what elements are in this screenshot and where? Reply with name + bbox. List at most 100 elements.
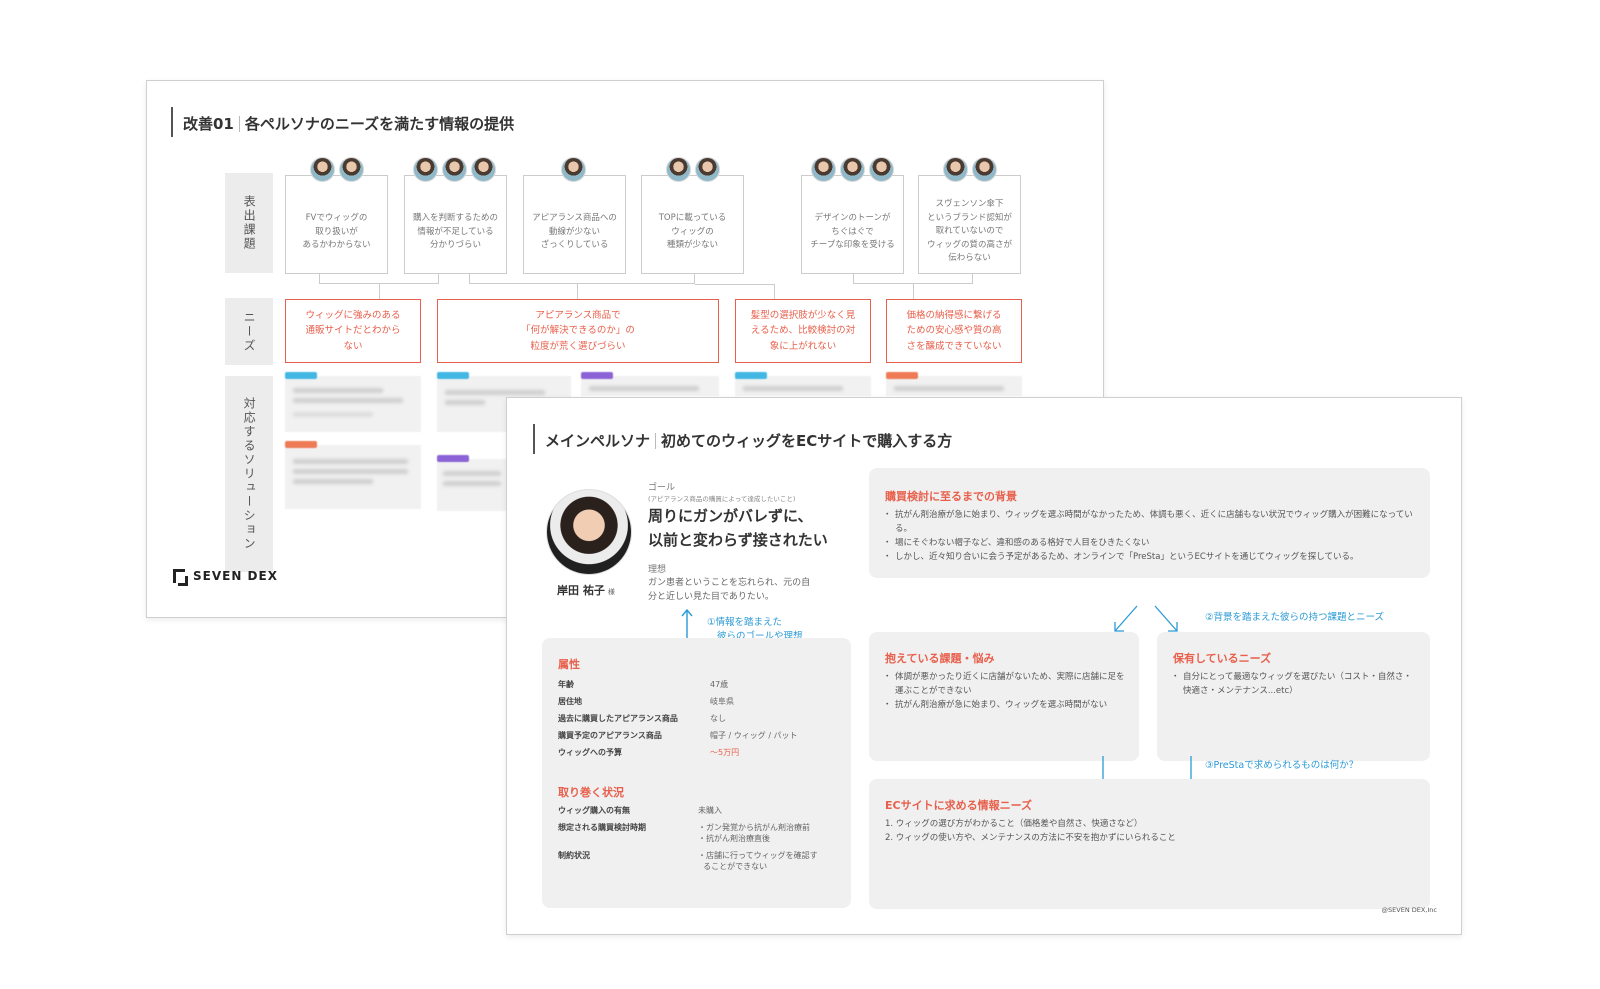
avatar — [869, 157, 894, 182]
table-row: 制約状況 ・店舗に行ってウィッグを確認す ることができない — [558, 851, 818, 871]
table-row: ウィッグ購入の有無 未購入 — [558, 806, 722, 815]
avatar — [811, 157, 836, 182]
need-card-4: 価格の納得感に繋げる ための安心感や質の高 さを醸成できていない — [886, 299, 1022, 363]
problems-heading: 抱えている課題・悩み — [885, 652, 995, 665]
table-row: 想定される購買検討時期 ・ガン発覚から抗がん剤治療前 ・抗がん剤治療直後 — [558, 823, 810, 843]
solution-card-blurred — [285, 372, 421, 432]
list-item: しかし、近々知り合いに会う予定があるため、オンラインで「PreSta」というEC… — [883, 550, 1415, 564]
table-row: 年齢 47歳 — [558, 680, 729, 689]
slide1-title-prefix: 改善01 — [183, 115, 234, 133]
issue-card-4: TOPに載っている ウィッグの 種類が少ない — [641, 175, 744, 274]
background-panel: 購買検討に至るまでの背景 抗がん剤治療が急に始まり、ウィッグを選ぶ時間がなかった… — [869, 468, 1430, 578]
connector — [577, 284, 578, 299]
arrows-diagonal-icon — [1114, 605, 1178, 632]
solution-card-blurred — [285, 441, 421, 509]
issue-card-2: 購入を判断するための 情報が不足している 分かりづらい — [404, 175, 507, 274]
avatar — [471, 157, 496, 182]
avatar — [339, 157, 364, 182]
slide2-title-prefix: メインペルソナ — [545, 432, 651, 450]
need-card-3: 髪型の選択肢が少なく見 えるため、比較検討の対 象に上がれない — [735, 299, 871, 363]
table-row: 購買予定のアピアランス商品 帽子 / ウィッグ / パット — [558, 731, 798, 740]
problems-panel: 抱えている課題・悩み 体調が悪かったり近くに店舗がないため、実際に店舗に足を運ぶ… — [869, 632, 1139, 761]
list-item: 抗がん剤治療が急に始まり、ウィッグを選ぶ時間がなかったため、体調も悪く、近くに店… — [883, 508, 1415, 536]
persona-honorific: 様 — [607, 588, 615, 596]
slide-main-persona: メインペルソナ 初めてのウィッグをECサイトで購入する方 岸田 祐子様 ゴール (… — [506, 397, 1462, 935]
avatar-group-1 — [310, 157, 364, 182]
connector — [853, 274, 973, 284]
ideal-label: 理想 — [648, 565, 667, 575]
ec-needs-panel: ECサイトに求める情報ニーズ 1. ウィッグの選び方がわかること（価格差や自然さ… — [869, 779, 1430, 909]
situation-heading: 取り巻く状況 — [558, 786, 624, 799]
slide1-title-text: 各ペルソナのニーズを満たす情報の提供 — [244, 115, 515, 133]
row-label-issues: 表出課題 — [225, 173, 273, 273]
problems-list: 体調が悪かったり近くに店舗がないため、実際に店舗に足を運ぶことができない 抗がん… — [883, 670, 1129, 712]
slide1-title: 改善01 各ペルソナのニーズを満たす情報の提供 — [183, 113, 514, 134]
need-card-2: アピアランス商品で 「何が解決できるのか」の 粒度が荒く選びづらい — [437, 299, 719, 363]
table-row: 過去に購買したアピアランス商品 なし — [558, 714, 726, 723]
table-row: ウィッグへの予算 〜5万円 — [558, 748, 740, 757]
annotation-2: ②背景を踏まえた彼らの持つ課題とニーズ — [1205, 612, 1385, 623]
avatar-group-2 — [413, 157, 496, 182]
list-item: 抗がん剤治療が急に始まり、ウィッグを選ぶ時間がない — [883, 698, 1129, 712]
goal-label: ゴール — [648, 483, 676, 493]
solution-card-blurred — [735, 372, 871, 396]
goal-statement: 周りにガンがバレずに、 以前と変わらず接されたい — [648, 507, 828, 549]
persona-attributes-panel: 属性 年齢 47歳 居住地 岐阜県 過去に購買したアピアランス商品 なし 購買予定のア… — [542, 638, 851, 908]
title-divider — [238, 116, 240, 132]
ec-needs-heading: ECサイトに求める情報ニーズ — [885, 799, 1033, 812]
list-item: 場にそぐわない帽子など、違和感のある格好で人目をひきたくない — [883, 536, 1415, 550]
ec-needs-list: 1. ウィッグの選び方がわかること（価格差や自然さ、快適さなど） 2. ウィッグ… — [885, 817, 1415, 845]
needs-heading: 保有しているニーズ — [1173, 652, 1272, 665]
connector — [695, 284, 775, 299]
connector — [319, 274, 439, 284]
avatar-group-5 — [811, 157, 894, 182]
issue-card-5: デザインのトーンが ちぐはぐで チープな印象を受ける — [801, 175, 904, 274]
row-label-solutions: 対応するソリューション — [225, 376, 273, 572]
connector — [913, 284, 914, 299]
issue-card-1: FVでウィッグの 取り扱いが あるかわからない — [285, 175, 388, 274]
slide2-title-text: 初めてのウィッグをECサイトで購入する方 — [661, 432, 953, 450]
slide2-title: メインペルソナ 初めてのウィッグをECサイトで購入する方 — [545, 430, 952, 451]
avatar — [310, 157, 335, 182]
avatar-group-4 — [666, 157, 720, 182]
avatar — [442, 157, 467, 182]
persona-name: 岸田 祐子様 — [557, 584, 615, 597]
solution-card-blurred — [437, 455, 507, 511]
avatar — [666, 157, 691, 182]
title-divider — [655, 433, 657, 449]
issue-card-3: アピアランス商品への 動線が少ない ざっくりしている — [523, 175, 626, 274]
row-label-needs: ニーズ — [225, 298, 273, 365]
avatar — [840, 157, 865, 182]
seven-dex-logo-icon — [173, 569, 188, 586]
avatar — [972, 157, 997, 182]
list-item: 2. ウィッグの使い方や、メンテナンスの方法に不安を抱かずにいられること — [885, 833, 1176, 844]
background-list: 抗がん剤治療が急に始まり、ウィッグを選ぶ時間がなかったため、体調も悪く、近くに店… — [883, 508, 1415, 564]
avatar — [943, 157, 968, 182]
attributes-heading: 属性 — [558, 658, 580, 671]
avatar-group-3 — [561, 157, 586, 182]
table-row: 居住地 岐阜県 — [558, 697, 734, 706]
avatar — [695, 157, 720, 182]
list-item: 自分にとって最適なウィッグを選びたい（コスト・自然さ・快適さ・メンテナンス...… — [1171, 670, 1418, 698]
situation-table: ウィッグ購入の有無 未購入 想定される購買検討時期 ・ガン発覚から抗がん剤治療前 ・抗… — [558, 802, 818, 875]
connector — [379, 284, 380, 299]
attributes-table: 年齢 47歳 居住地 岐阜県 過去に購買したアピアランス商品 なし 購買予定のアピアラ… — [558, 676, 798, 761]
seven-dex-logo: SEVEN DEX — [173, 569, 278, 586]
title-accent-bar — [533, 424, 535, 454]
avatar — [561, 157, 586, 182]
avatar — [413, 157, 438, 182]
need-card-1: ウィッグに強みのある 通販サイトだとわから ない — [285, 299, 421, 363]
persona-portrait — [546, 489, 632, 575]
background-heading: 購買検討に至るまでの背景 — [885, 490, 1017, 503]
needs-list: 自分にとって最適なウィッグを選びたい（コスト・自然さ・快適さ・メンテナンス...… — [1171, 670, 1418, 698]
ideal-statement: ガン患者ということを忘れられ、元の自 分と近しい見た目でありたい。 — [648, 578, 811, 603]
needs-panel: 保有しているニーズ 自分にとって最適なウィッグを選びたい（コスト・自然さ・快適さ… — [1157, 632, 1430, 761]
list-item: 1. ウィッグの選び方がわかること（価格差や自然さ、快適さなど） — [885, 819, 1143, 829]
annotation-3: ③PreStaで求められるものは何か？ — [1205, 760, 1359, 771]
issue-card-6: スヴェンソン傘下 というブランド認知が 取れていないので ウィッグの質の高さが 伝わらな… — [918, 175, 1021, 274]
title-accent-bar — [171, 107, 173, 137]
avatar-group-6 — [943, 157, 997, 182]
connector — [469, 274, 695, 284]
solution-card-blurred — [886, 372, 1022, 396]
goal-subtitle: (アピアランス商品の購買によって達成したいこと) — [648, 495, 796, 503]
